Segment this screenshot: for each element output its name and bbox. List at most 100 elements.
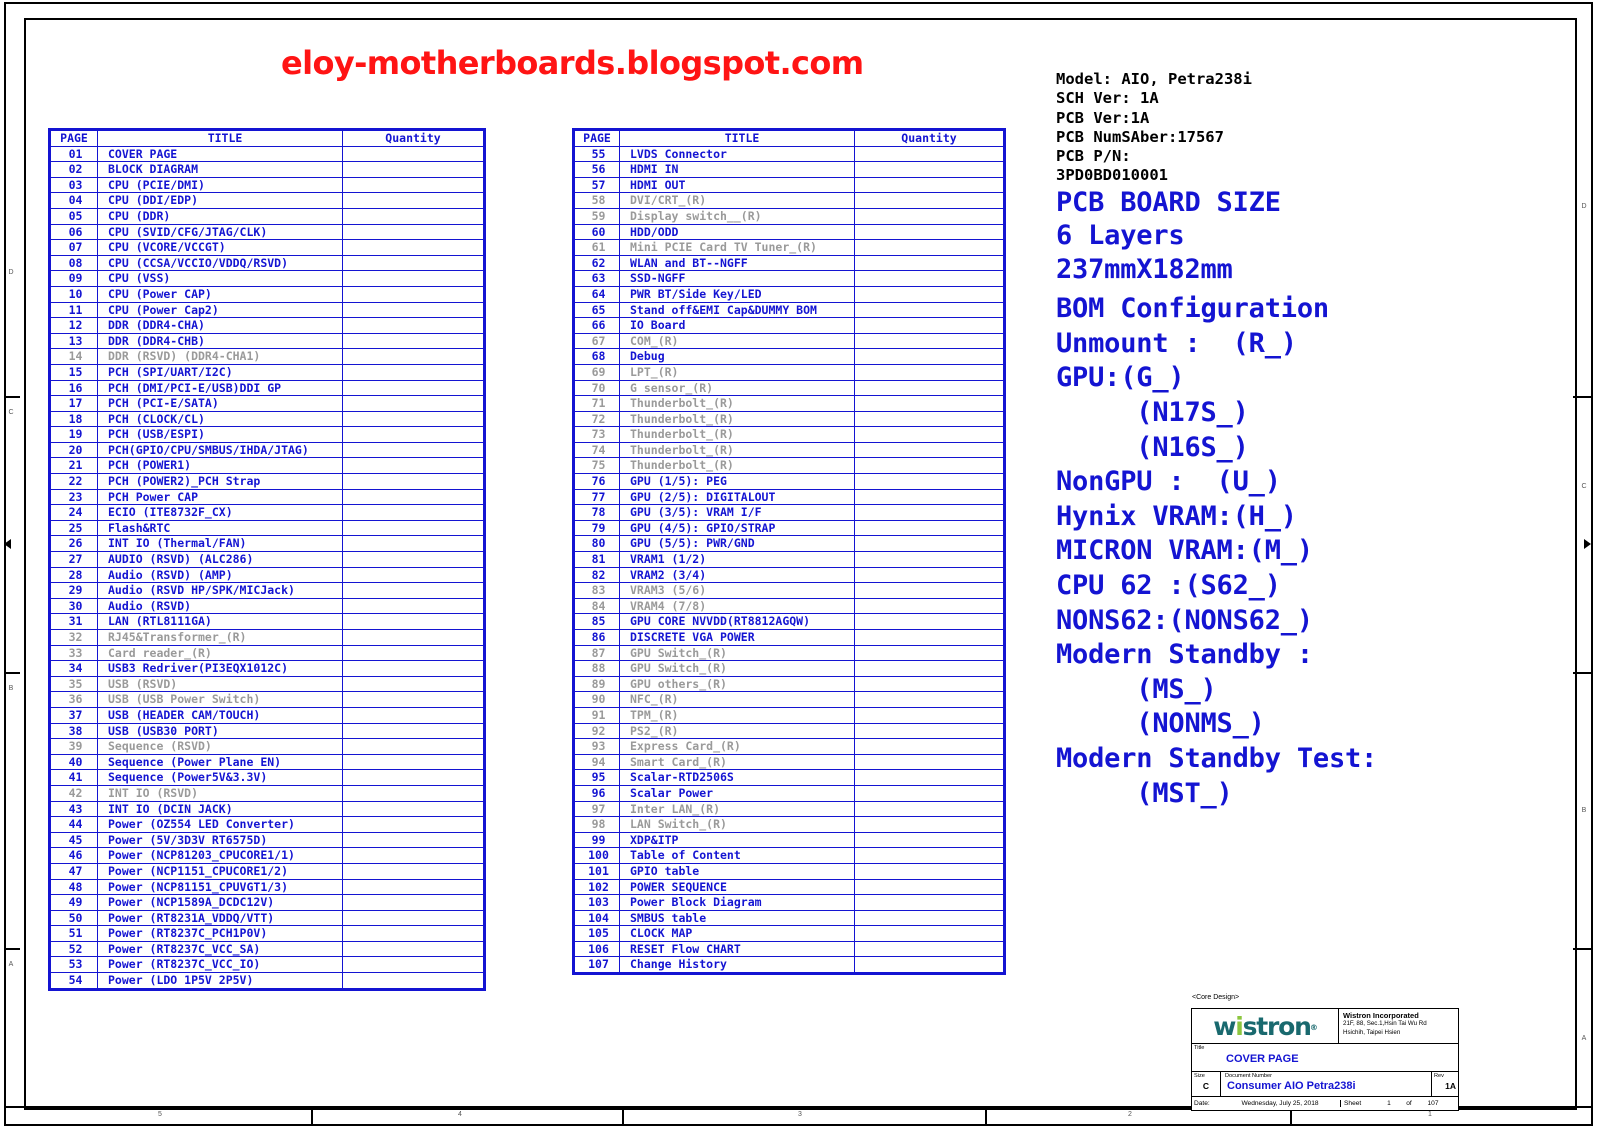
table-row[interactable]: 21 PCH (POWER1) [50,457,484,475]
table-row[interactable]: 61 Mini PCIE Card TV Tuner_(R) [574,239,1004,256]
table-row[interactable]: 50 Power (RT8231A_VDDQ/VTT) [50,909,484,927]
table-row[interactable]: 32 RJ45&Transformer_(R) [50,629,484,646]
table-row[interactable]: 107 Change History [574,956,1004,974]
table-row[interactable]: 19 PCH (USB/ESPI) [50,426,484,443]
table-row[interactable]: 36 USB (USB Power Switch) [50,691,484,708]
table-row[interactable]: 25 Flash&RTC [50,519,484,537]
table-row[interactable]: 59 Display switch__(R) [574,207,1004,225]
table-row[interactable]: 35 USB (RSVD) [50,675,484,693]
table-row[interactable]: 55 LVDS Connector [574,145,1004,163]
table-row[interactable]: 79 GPU (4/5): GPIO/STRAP [574,519,1004,537]
table-row[interactable]: 104 SMBUS table [574,909,1004,927]
table-row[interactable]: 38 USB (USB30 PORT) [50,722,484,740]
table-row[interactable]: 08 CPU (CCSA/VCCIO/VDDQ/RSVD) [50,254,484,272]
table-row[interactable]: 02 BLOCK DIAGRAM [50,161,484,178]
table-row[interactable]: 43 INT IO (DCIN JACK) [50,800,484,818]
table-row[interactable]: 12 DDR (DDR4-CHA) [50,317,484,334]
table-row[interactable]: 76 GPU (1/5): PEG [574,473,1004,490]
table-row[interactable]: 69 LPT_(R) [574,363,1004,381]
table-row[interactable]: 94 Smart Card_(R) [574,753,1004,771]
table-row[interactable]: 71 Thunderbolt_(R) [574,395,1004,412]
table-row[interactable]: 20 PCH(GPIO/CPU/SMBUS/IHDA/JTAG) [50,441,484,459]
table-row[interactable]: 97 Inter LAN_(R) [574,800,1004,818]
table-row[interactable]: 14 DDR (RSVD) (DDR4-CHA1) [50,348,484,365]
table-row[interactable]: 18 PCH (CLOCK/CL) [50,410,484,428]
table-row[interactable]: 95 Scalar-RTD2506S [574,769,1004,786]
table-row[interactable]: 24 ECIO (ITE8732F_CX) [50,504,484,521]
table-row[interactable]: 91 TPM_(R) [574,706,1004,724]
table-row[interactable]: 68 Debug [574,348,1004,365]
table-row[interactable]: 26 INT IO (Thermal/FAN) [50,535,484,553]
table-row[interactable]: 58 DVI/CRT_(R) [574,192,1004,209]
table-row[interactable]: 28 Audio (RSVD) (AMP) [50,566,484,584]
table-row[interactable]: 37 USB (HEADER CAM/TOUCH) [50,706,484,724]
table-row[interactable]: 52 Power (RT8237C_VCC_SA) [50,940,484,958]
table-row[interactable]: 93 Express Card_(R) [574,738,1004,755]
table-row[interactable]: 63 SSD-NGFF [574,270,1004,287]
table-row[interactable]: 106 RESET Flow CHART [574,940,1004,958]
table-row[interactable]: 60 HDD/ODD [574,223,1004,241]
table-row[interactable]: 22 PCH (POWER2)_PCH Strap [50,473,484,490]
table-row[interactable]: 87 GPU Switch_(R) [574,644,1004,662]
table-row[interactable]: 13 DDR (DDR4-CHB) [50,332,484,350]
table-row[interactable]: 17 PCH (PCI-E/SATA) [50,395,484,412]
table-row[interactable]: 03 CPU (PCIE/DMI) [50,176,484,194]
table-row[interactable]: 77 GPU (2/5): DIGITALOUT [574,488,1004,506]
table-row[interactable]: 07 CPU (VCORE/VCCGT) [50,239,484,256]
table-row[interactable]: 49 Power (NCP1589A_DCDC12V) [50,894,484,911]
table-row[interactable]: 81 VRAM1 (1/2) [574,551,1004,568]
table-row[interactable]: 16 PCH (DMI/PCI-E/USB)DDI GP [50,379,484,397]
table-row[interactable]: 44 Power (OZ554 LED Converter) [50,816,484,833]
table-row[interactable]: 57 HDMI OUT [574,176,1004,194]
table-row[interactable]: 89 GPU others_(R) [574,675,1004,693]
table-row[interactable]: 84 VRAM4 (7/8) [574,597,1004,615]
table-row[interactable]: 99 XDP&ITP [574,831,1004,849]
table-row[interactable]: 98 LAN Switch_(R) [574,816,1004,833]
table-row[interactable]: 96 Scalar Power [574,784,1004,802]
table-row[interactable]: 74 Thunderbolt_(R) [574,441,1004,459]
table-row[interactable]: 66 IO Board [574,317,1004,334]
table-row[interactable]: 10 CPU (Power CAP) [50,285,484,303]
table-row[interactable]: 39 Sequence (RSVD) [50,738,484,755]
table-row[interactable]: 82 VRAM2 (3/4) [574,566,1004,584]
table-row[interactable]: 01 COVER PAGE [50,145,484,163]
table-row[interactable]: 09 CPU (VSS) [50,270,484,287]
table-row[interactable]: 05 CPU (DDR) [50,207,484,225]
table-row[interactable]: 29 Audio (RSVD HP/SPK/MICJack) [50,582,484,599]
table-row[interactable]: 100 Table of Content [574,847,1004,864]
table-row[interactable]: 86 DISCRETE VGA POWER [574,629,1004,646]
table-row[interactable]: 11 CPU (Power Cap2) [50,301,484,319]
table-row[interactable]: 83 VRAM3 (5/6) [574,582,1004,599]
table-row[interactable]: 15 PCH (SPI/UART/I2C) [50,363,484,381]
table-row[interactable]: 47 Power (NCP1151_CPUCORE1/2) [50,862,484,880]
table-row[interactable]: 62 WLAN and BT--NGFF [574,254,1004,272]
table-row[interactable]: 73 Thunderbolt_(R) [574,426,1004,443]
table-row[interactable]: 88 GPU Switch_(R) [574,660,1004,677]
table-row[interactable]: 67 COM_(R) [574,332,1004,350]
table-row[interactable]: 51 Power (RT8237C_PCH1P0V) [50,925,484,942]
table-row[interactable]: 70 G sensor_(R) [574,379,1004,397]
table-row[interactable]: 46 Power (NCP81203_CPUCORE1/1) [50,847,484,864]
table-row[interactable]: 80 GPU (5/5): PWR/GND [574,535,1004,553]
table-row[interactable]: 103 Power Block Diagram [574,894,1004,911]
table-row[interactable]: 78 GPU (3/5): VRAM I/F [574,504,1004,521]
table-row[interactable]: 42 INT IO (RSVD) [50,784,484,802]
table-row[interactable]: 56 HDMI IN [574,161,1004,178]
table-row[interactable]: 92 PS2_(R) [574,722,1004,740]
table-row[interactable]: 72 Thunderbolt_(R) [574,410,1004,428]
table-row[interactable]: 48 Power (NCP81151_CPUVGT1/3) [50,878,484,896]
table-row[interactable]: 40 Sequence (Power Plane EN) [50,753,484,771]
table-row[interactable]: 64 PWR BT/Side Key/LED [574,285,1004,303]
table-row[interactable]: 30 Audio (RSVD) [50,597,484,615]
table-row[interactable]: 53 Power (RT8237C_VCC_IO) [50,956,484,974]
table-row[interactable]: 101 GPIO table [574,862,1004,880]
table-row[interactable]: 06 CPU (SVID/CFG/JTAG/CLK) [50,223,484,241]
table-row[interactable]: 41 Sequence (Power5V&3.3V) [50,769,484,786]
table-row[interactable]: 75 Thunderbolt_(R) [574,457,1004,475]
table-row[interactable]: 85 GPU CORE NVVDD(RT8812AGQW) [574,613,1004,630]
table-row[interactable]: 105 CLOCK MAP [574,925,1004,942]
table-row[interactable]: 45 Power (5V/3D3V RT6575D) [50,831,484,849]
table-row[interactable]: 90 NFC_(R) [574,691,1004,708]
table-row[interactable]: 27 AUDIO (RSVD) (ALC286) [50,551,484,568]
table-row[interactable]: 34 USB3 Redriver(PI3EQX1012C) [50,660,484,677]
